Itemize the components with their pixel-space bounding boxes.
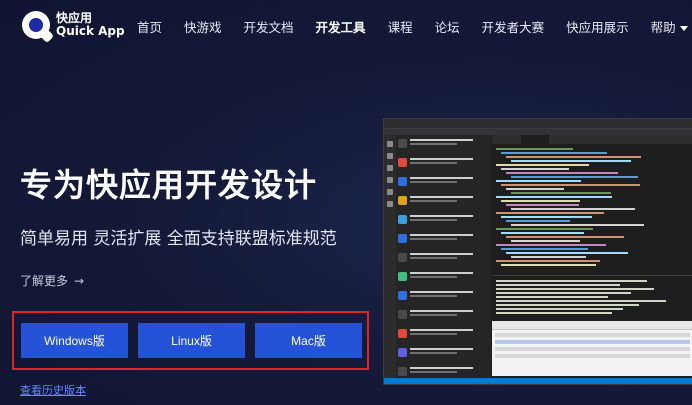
ide-extension-item (398, 213, 489, 230)
learn-more-label: 了解更多 (20, 274, 69, 288)
devtools-row (495, 347, 690, 351)
ide-extension-item (398, 270, 489, 287)
chevron-down-icon (679, 26, 688, 31)
nav-showcase[interactable]: 快应用展示 (566, 17, 629, 36)
nav-forum[interactable]: 论坛 (435, 17, 460, 36)
ide-screenshot (383, 118, 692, 385)
extension-icon (398, 177, 407, 186)
extension-icon (398, 367, 407, 376)
devtools-row (495, 354, 690, 358)
hero-title: 专为快应用开发设计 (20, 166, 318, 204)
nav-dev-tools[interactable]: 开发工具 (316, 17, 366, 36)
extension-icon (398, 272, 407, 281)
ide-extension-list (396, 135, 491, 384)
nav-quick-games[interactable]: 快游戏 (184, 17, 222, 36)
ide-extension-item (398, 251, 489, 268)
extension-icon (398, 158, 407, 167)
download-linux-button[interactable]: Linux版 (138, 323, 245, 358)
page: 快应用 Quick App 首页 快游戏 开发文档 开发工具 课程 论坛 开发者… (0, 0, 692, 405)
ide-extension-item (398, 308, 489, 325)
arrow-right-icon: → (74, 274, 85, 288)
brand-name-en: Quick App (56, 24, 125, 38)
history-versions-link[interactable]: 查看历史版本 (20, 382, 86, 398)
ide-extension-item (398, 289, 489, 306)
top-nav: 快应用 Quick App 首页 快游戏 开发文档 开发工具 课程 论坛 开发者… (0, 0, 692, 52)
ide-extension-item (398, 175, 489, 192)
hero-subtitle: 简单易用 灵活扩展 全面支持联盟标准规范 (20, 229, 337, 249)
brand-logo[interactable]: 快应用 Quick App (22, 11, 125, 44)
extension-icon (398, 215, 407, 224)
download-mac-button[interactable]: Mac版 (255, 323, 362, 358)
ide-extension-item (398, 346, 489, 363)
quick-app-logo-icon (22, 11, 55, 44)
ide-titlebar (384, 119, 692, 129)
nav-home[interactable]: 首页 (137, 17, 162, 36)
download-windows-button[interactable]: Windows版 (21, 323, 128, 358)
ide-terminal (492, 275, 692, 320)
nav-help[interactable]: 帮助 (651, 17, 688, 36)
extension-icon (398, 253, 407, 262)
ide-code-lines (492, 144, 692, 268)
extension-icon (398, 310, 407, 319)
ide-devtools-panel (492, 321, 692, 376)
ide-editor-tabs (492, 135, 692, 144)
ide-extension-item (398, 194, 489, 211)
ide-code-editor (492, 135, 692, 273)
ide-extension-item (398, 137, 489, 154)
extension-icon (398, 348, 407, 357)
ide-extension-item (398, 327, 489, 344)
brand-text: 快应用 Quick App (56, 12, 125, 38)
ide-activity-bar (384, 135, 396, 384)
extension-icon (398, 139, 407, 148)
nav-dev-docs[interactable]: 开发文档 (244, 17, 294, 36)
main-menu: 首页 快游戏 开发文档 开发工具 课程 论坛 开发者大赛 快应用展示 帮助 (137, 17, 692, 36)
nav-dev-contest[interactable]: 开发者大赛 (482, 17, 545, 36)
nav-help-label: 帮助 (650, 20, 676, 35)
ide-statusbar (384, 378, 692, 384)
extension-icon (398, 196, 407, 205)
extension-icon (398, 329, 407, 338)
extension-icon (398, 234, 407, 243)
ide-extension-item (398, 156, 489, 173)
devtools-row (495, 333, 690, 337)
extension-icon (398, 291, 407, 300)
learn-more-link[interactable]: 了解更多 → (20, 272, 84, 289)
devtools-row (495, 340, 690, 344)
ide-extension-item (398, 232, 489, 249)
nav-courses[interactable]: 课程 (388, 17, 413, 36)
devtools-toolbar (492, 321, 692, 330)
